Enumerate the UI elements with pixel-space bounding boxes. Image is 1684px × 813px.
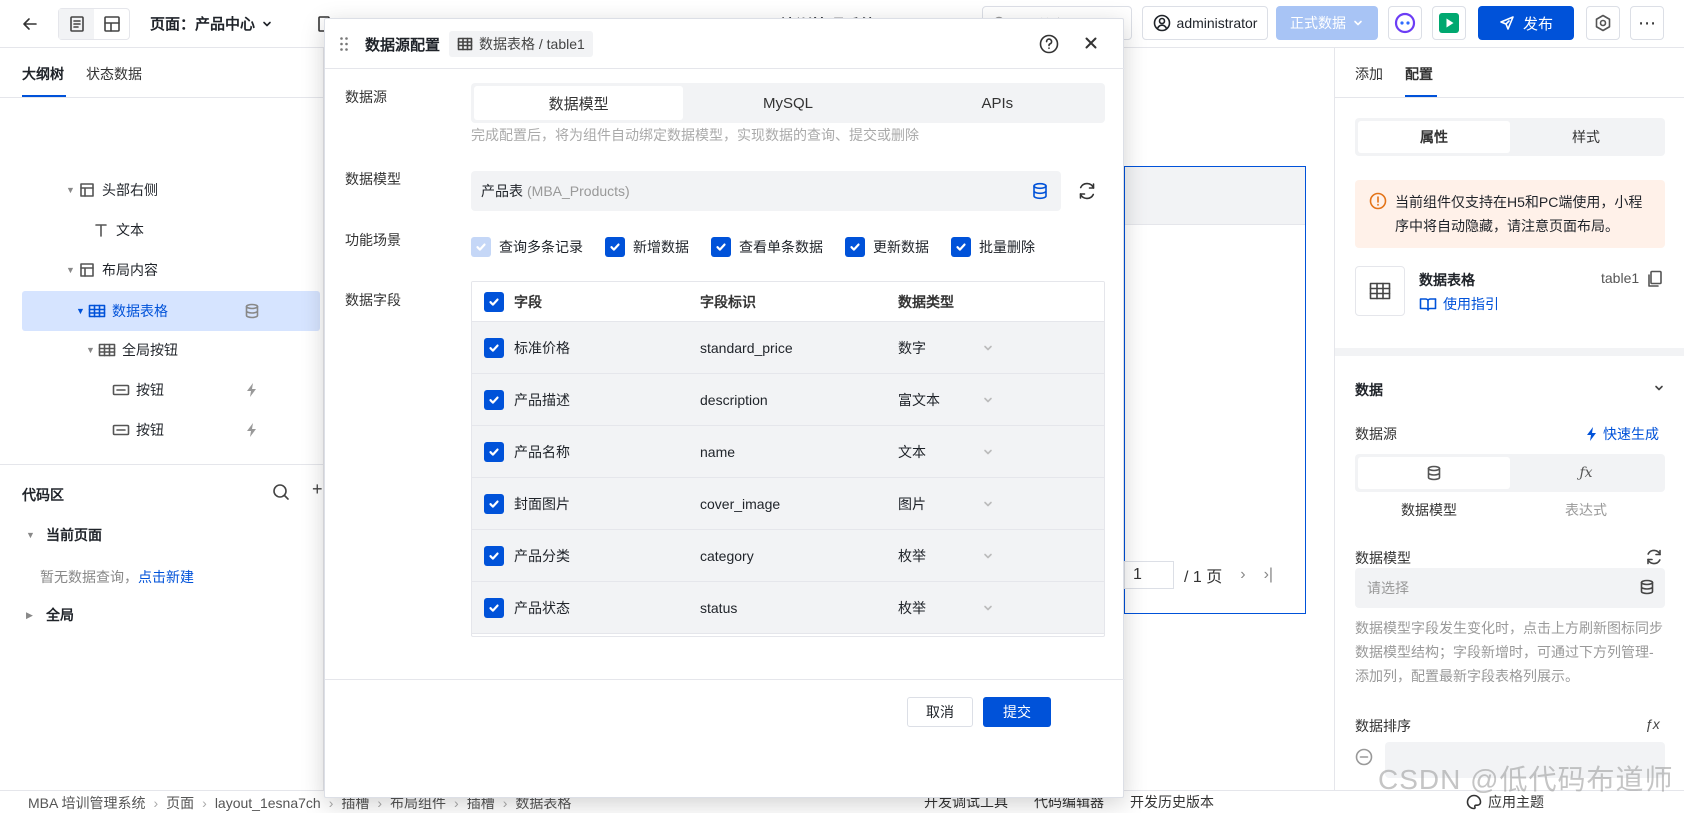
scene-query-list[interactable]: 查询多条记录 [471, 237, 583, 257]
select-all-checkbox[interactable] [484, 291, 504, 312]
submit-button[interactable]: 提交 [983, 697, 1051, 727]
help-icon[interactable] [1039, 34, 1059, 54]
chevron-down-icon[interactable] [982, 602, 994, 614]
checkbox-checked[interactable] [845, 237, 865, 257]
field-type: 枚举 [898, 599, 926, 616]
field-key: cover_image [700, 495, 781, 512]
tab-data-model[interactable]: 数据模型 [474, 86, 684, 120]
field-name: 封面图片 [514, 495, 570, 512]
datasource-label: 数据源 [345, 89, 387, 105]
checkbox-checked[interactable] [951, 237, 971, 257]
field-name: 产品描述 [514, 391, 570, 408]
scene-label-text: 更新数据 [873, 239, 929, 255]
row-checkbox[interactable] [484, 389, 504, 410]
close-icon[interactable] [1081, 33, 1101, 53]
field-type: 图片 [898, 495, 926, 512]
table-row[interactable]: 封面图片 cover_image 图片 [472, 478, 1104, 530]
field-key: name [700, 443, 736, 460]
scene-update[interactable]: 更新数据 [845, 237, 929, 257]
scene-label-text: 批量删除 [979, 239, 1035, 255]
table-row[interactable]: 标准价格 standard_price 数字 [472, 322, 1104, 374]
component-tag-label: 数据表格 / table1 [479, 36, 585, 52]
drag-handle-icon[interactable] [339, 36, 349, 52]
row-checkbox[interactable] [484, 545, 504, 566]
table-row[interactable]: 产品状态 status 枚举 [472, 582, 1104, 634]
field-key: description [700, 391, 768, 408]
field-type: 枚举 [898, 547, 926, 564]
scene-label-text: 查询多条记录 [499, 239, 583, 255]
table-row[interactable]: 产品分类 category 枚举 [472, 530, 1104, 582]
datasource-type-tabs: 数据模型 MySQL APIs [471, 83, 1105, 123]
chevron-down-icon[interactable] [982, 342, 994, 354]
chevron-down-icon[interactable] [982, 446, 994, 458]
row-checkbox[interactable] [484, 493, 504, 514]
tab-mysql[interactable]: MySQL [683, 86, 892, 120]
field-name: 产品分类 [514, 547, 570, 564]
fields-table-header: 字段 字段标识 数据类型 [472, 282, 1104, 322]
chevron-down-icon[interactable] [982, 550, 994, 562]
dialog-footer-divider [325, 679, 1125, 680]
component-tag: 数据表格 / table1 [449, 31, 593, 57]
chevron-down-icon[interactable] [982, 394, 994, 406]
model-label: 数据模型 [345, 171, 401, 187]
function-scenes: 查询多条记录 新增数据 查看单条数据 更新数据 批量删除 [471, 237, 1057, 257]
row-checkbox[interactable] [484, 597, 504, 618]
field-type: 数字 [898, 339, 926, 356]
row-checkbox[interactable] [484, 337, 504, 358]
model-name: 产品表 [481, 183, 523, 199]
checkbox-checked[interactable] [605, 237, 625, 257]
checkbox-checked-disabled [471, 237, 491, 257]
field-name: 产品名称 [514, 443, 570, 460]
row-checkbox[interactable] [484, 441, 504, 462]
datasource-hint: 完成配置后，将为组件自动绑定数据模型，实现数据的查询、提交或删除 [471, 127, 919, 143]
field-name: 产品状态 [514, 599, 570, 616]
refresh-icon[interactable] [1077, 181, 1097, 201]
table-row[interactable]: 产品描述 description 富文本 [472, 374, 1104, 426]
checkbox-checked[interactable] [711, 237, 731, 257]
dialog-title: 数据源配置 [365, 37, 441, 54]
fields-label: 数据字段 [345, 292, 401, 308]
dialog-header: 数据源配置 数据表格 / table1 [325, 19, 1125, 69]
cancel-button[interactable]: 取消 [907, 697, 973, 727]
field-key: category [700, 547, 754, 564]
database-icon [1031, 182, 1049, 200]
column-header-type: 数据类型 [898, 293, 954, 310]
scene-batch-delete[interactable]: 批量删除 [951, 237, 1035, 257]
datasource-config-dialog: 数据源配置 数据表格 / table1 数据源 数据模型 MySQL APIs … [324, 18, 1125, 798]
scene-view-single[interactable]: 查看单条数据 [711, 237, 823, 257]
field-key: status [700, 599, 738, 616]
field-type: 富文本 [898, 391, 940, 408]
watermark: CSDN @低代码布道师 [1378, 764, 1674, 795]
scene-label: 功能场景 [345, 232, 401, 248]
scene-create[interactable]: 新增数据 [605, 237, 689, 257]
tab-apis[interactable]: APIs [893, 86, 1102, 120]
model-select[interactable]: 产品表 (MBA_Products) [471, 171, 1061, 211]
column-header-field: 字段 [514, 293, 542, 310]
scene-label-text: 新增数据 [633, 239, 689, 255]
field-name: 标准价格 [514, 339, 570, 356]
fields-table: 字段 字段标识 数据类型 标准价格 standard_price 数字产品描述 des… [471, 281, 1105, 637]
field-type: 文本 [898, 443, 926, 460]
field-key: standard_price [700, 339, 793, 356]
table-row[interactable]: 产品名称 name 文本 [472, 426, 1104, 478]
chevron-down-icon[interactable] [982, 498, 994, 510]
model-code: (MBA_Products) [527, 183, 630, 199]
scene-label-text: 查看单条数据 [739, 239, 823, 255]
column-header-key: 字段标识 [700, 293, 756, 310]
table-icon [457, 37, 473, 51]
